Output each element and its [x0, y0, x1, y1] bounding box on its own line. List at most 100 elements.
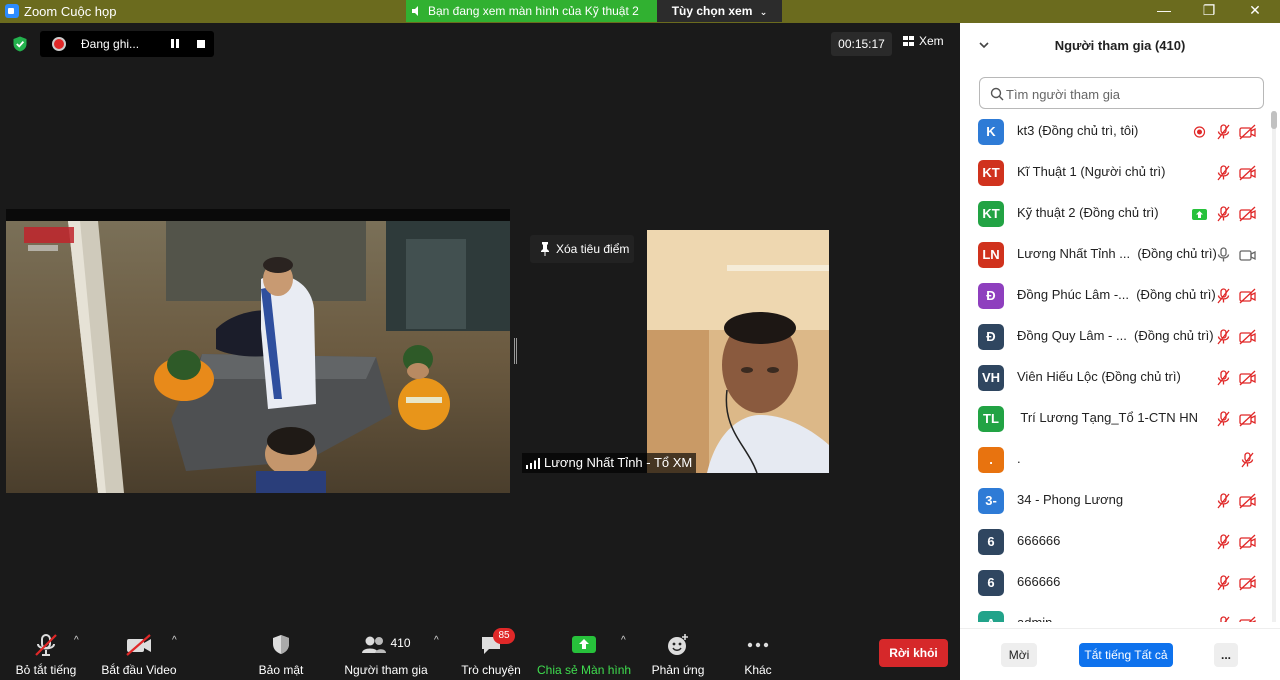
participant-video-frame	[647, 230, 829, 473]
chat-label: Trò chuyện	[461, 663, 521, 677]
microphone-muted-icon[interactable]	[1215, 370, 1232, 386]
video-off-icon[interactable]	[1239, 124, 1256, 140]
microphone-muted-icon[interactable]	[1239, 452, 1256, 468]
unmute-button[interactable]: Bỏ tắt tiếng	[14, 633, 78, 677]
recording-dot-icon	[52, 37, 66, 51]
avatar: KT	[978, 201, 1004, 227]
video-off-icon[interactable]	[1239, 288, 1256, 304]
microphone-icon[interactable]	[1215, 247, 1232, 263]
participant-name: Lương Nhất Tỉnh ... (Đồng chủ trì)	[1017, 246, 1217, 261]
security-button[interactable]: Bảo mật	[256, 633, 306, 677]
participants-label: Người tham gia	[344, 663, 428, 677]
microphone-muted-icon[interactable]	[1215, 206, 1232, 222]
participant-row[interactable]: TL Trí Lương Tạng_Tổ 1-CTN HN	[960, 398, 1270, 439]
microphone-muted-icon[interactable]	[1215, 329, 1232, 345]
more-dots-icon	[747, 642, 769, 648]
maximize-button[interactable]: ❐	[1186, 0, 1232, 23]
reactions-button[interactable]: Phản ứng	[650, 633, 706, 677]
video-camera-icon[interactable]	[1239, 247, 1256, 263]
video-off-icon[interactable]	[1239, 165, 1256, 181]
avatar: Đ	[978, 324, 1004, 350]
participants-button[interactable]: 410 Người tham gia	[343, 633, 429, 677]
recording-status-icon[interactable]	[1191, 124, 1208, 140]
video-off-icon[interactable]	[1239, 329, 1256, 345]
microphone-muted-icon[interactable]	[1215, 534, 1232, 550]
microphone-muted-icon[interactable]	[1215, 411, 1232, 427]
scrollbar-thumb[interactable]	[1271, 111, 1277, 129]
participants-panel: Người tham gia (410) Kkt3 (Đồng chủ trì,…	[960, 23, 1280, 680]
video-off-icon[interactable]	[1239, 411, 1256, 427]
audio-options-caret[interactable]: ^	[74, 635, 79, 646]
participant-row[interactable]: VH Viên Hiếu Lộc (Đồng chủ trì)	[960, 357, 1270, 398]
panel-more-button[interactable]: ...	[1214, 643, 1238, 667]
microphone-muted-icon[interactable]	[1215, 493, 1232, 509]
participant-row[interactable]: 6 666666	[960, 562, 1270, 603]
screen-sharing-status-icon[interactable]	[1191, 206, 1208, 222]
avatar: TL	[978, 406, 1004, 432]
view-button[interactable]: Xem	[903, 34, 944, 48]
leave-meeting-button[interactable]: Rời khỏi	[879, 639, 948, 667]
share-screen-label: Chia sẻ Màn hình	[537, 663, 632, 677]
participant-name: Đồng Phúc Lâm -... (Đồng chủ trì)	[1017, 287, 1216, 302]
encryption-shield-icon[interactable]	[12, 36, 28, 52]
view-options-dropdown[interactable]: Tùy chọn xem ⌄	[657, 0, 782, 22]
avatar: KT	[978, 160, 1004, 186]
participant-row[interactable]: Đ Đồng Quy Lâm - ... (Đồng chủ trì)	[960, 316, 1270, 357]
participant-name: 666666	[1017, 533, 1061, 548]
participant-row[interactable]: Kkt3 (Đồng chủ trì, tôi)	[960, 111, 1270, 152]
stop-recording-icon[interactable]	[197, 40, 205, 48]
microphone-muted-icon[interactable]	[1215, 616, 1232, 622]
participant-list-scrollbar[interactable]	[1270, 111, 1278, 622]
microphone-muted-icon	[35, 634, 57, 656]
search-icon	[990, 87, 1004, 101]
more-button[interactable]: Khác	[738, 633, 778, 677]
video-off-icon[interactable]	[1239, 616, 1256, 622]
video-off-icon[interactable]	[1239, 206, 1256, 222]
video-off-icon[interactable]	[1239, 370, 1256, 386]
participant-row[interactable]: LN Lương Nhất Tỉnh ... (Đồng chủ trì)	[960, 234, 1270, 275]
participant-video[interactable]	[647, 230, 829, 473]
participants-icon	[362, 636, 387, 653]
participant-search	[979, 77, 1264, 109]
video-off-icon[interactable]	[1239, 575, 1256, 591]
recording-bar: Đang ghi...	[40, 31, 214, 57]
close-window-button[interactable]: ✕	[1232, 0, 1278, 23]
participant-row[interactable]: Đ Đồng Phúc Lâm -... (Đồng chủ trì)	[960, 275, 1270, 316]
participant-video-label: Lương Nhất Tỉnh - Tổ XM	[522, 453, 697, 473]
share-screen-button[interactable]: Chia sẻ Màn hình	[537, 633, 631, 677]
participant-name: 34 - Phong Lương	[1017, 492, 1124, 507]
zoom-app-icon	[5, 4, 19, 18]
participants-options-caret[interactable]: ^	[434, 635, 439, 646]
microphone-muted-icon[interactable]	[1215, 288, 1232, 304]
start-video-button[interactable]: Bắt đầu Video	[101, 633, 177, 677]
signal-strength-icon	[526, 458, 540, 469]
video-off-icon[interactable]	[1239, 534, 1256, 550]
pause-recording-icon[interactable]	[168, 38, 182, 50]
unmute-label: Bỏ tắt tiếng	[15, 663, 77, 677]
remove-spotlight-button[interactable]: Xóa tiêu điểm	[530, 235, 634, 263]
minimize-button[interactable]: —	[1141, 0, 1187, 23]
participant-row[interactable]: ..	[960, 439, 1270, 480]
avatar: .	[978, 447, 1004, 473]
view-options-label: Tùy chọn xem	[671, 4, 753, 18]
avatar: VH	[978, 365, 1004, 391]
participant-row[interactable]: KT Kĩ Thuật 1 (Người chủ trì)	[960, 152, 1270, 193]
participant-search-input[interactable]	[1006, 83, 1256, 105]
participant-row[interactable]: 6 666666	[960, 521, 1270, 562]
participant-row[interactable]: KT Kỹ thuật 2 (Đồng chủ trì)	[960, 193, 1270, 234]
video-options-caret[interactable]: ^	[172, 635, 177, 646]
grid-view-icon	[903, 36, 914, 46]
participant-row[interactable]: Aadmin	[960, 603, 1270, 622]
microphone-muted-icon[interactable]	[1215, 124, 1232, 140]
microphone-muted-icon[interactable]	[1215, 575, 1232, 591]
microphone-muted-icon[interactable]	[1215, 165, 1232, 181]
invite-button[interactable]: Mời	[1001, 643, 1037, 667]
share-options-caret[interactable]: ^	[621, 635, 626, 646]
mute-all-button[interactable]: Tắt tiếng Tất cả	[1079, 643, 1173, 667]
reactions-label: Phản ứng	[651, 663, 705, 677]
meeting-timer: 00:15:17	[831, 32, 892, 56]
video-off-icon[interactable]	[1239, 493, 1256, 509]
split-view-handle[interactable]	[514, 338, 517, 364]
participant-name: .	[1017, 451, 1021, 466]
participant-row[interactable]: 3- 34 - Phong Lương	[960, 480, 1270, 521]
